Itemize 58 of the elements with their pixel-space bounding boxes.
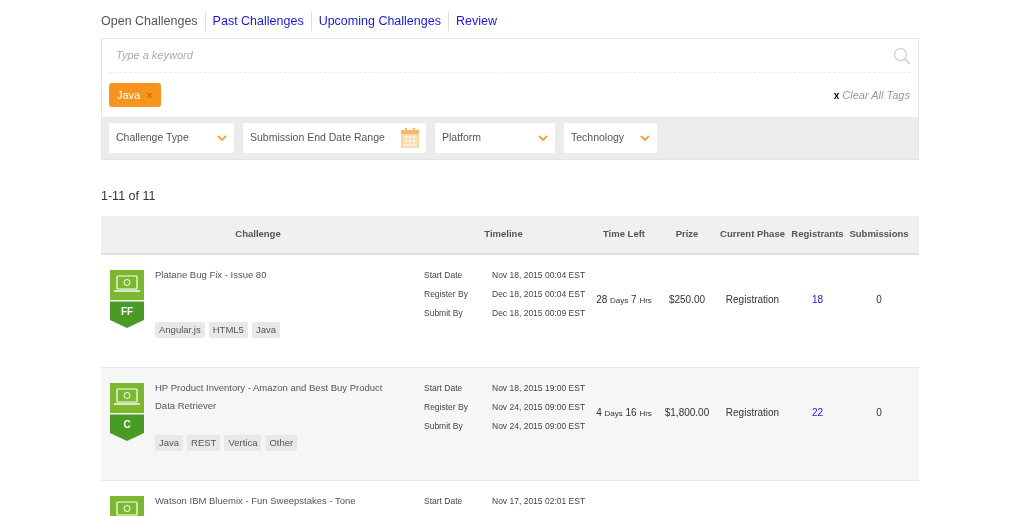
timeline-label: Submit By xyxy=(424,306,464,320)
clear-icon: x xyxy=(833,87,840,103)
timeline-label: Submit By xyxy=(424,419,464,433)
timeline-date: Dec 18, 2015 00:09 EST xyxy=(492,306,586,320)
timeline-label: Register By xyxy=(424,287,469,301)
column-header[interactable]: Prize xyxy=(675,227,699,242)
result-count: 1-11 of 11 xyxy=(101,188,156,205)
challenge-title[interactable]: Watson IBM Bluemix - Fun Sweepstakes - Tone xyxy=(155,491,405,510)
submissions-count: 0 xyxy=(876,405,882,420)
registrants-link[interactable]: 22 xyxy=(811,404,824,480)
tech-tag[interactable]: Angular.js xyxy=(155,321,205,338)
registrants-link[interactable]: 18 xyxy=(811,291,824,367)
submissions-count: 0 xyxy=(876,292,882,307)
chevron-down-icon xyxy=(640,135,650,141)
timeline-date: Nov 24, 2015 09:00 EST xyxy=(492,400,586,414)
tech-tag[interactable]: Java xyxy=(155,434,184,451)
time-left: 4 Days 16 Hrs xyxy=(596,405,652,420)
search-icon[interactable] xyxy=(893,46,911,65)
tag-label: Java xyxy=(117,87,141,103)
column-header[interactable]: Challenge xyxy=(235,227,281,242)
tech-tag[interactable]: Vertica xyxy=(224,434,262,451)
chevron-down-icon xyxy=(217,135,227,141)
prize-amount: $250.00 xyxy=(668,292,706,307)
challenge-tab[interactable]: Upcoming Challenges xyxy=(310,12,448,31)
timeline-date: Nov 24, 2015 09:00 EST xyxy=(492,419,586,433)
challenge-title[interactable]: Platane Bug Fix - Issue 80 xyxy=(155,265,405,284)
timeline-label: Start Date xyxy=(424,268,464,282)
column-header[interactable]: Registrants xyxy=(791,227,844,242)
current-phase: Registration xyxy=(725,405,780,420)
chevron-down-icon xyxy=(538,135,548,141)
time-left: 28 Days 7 Hrs xyxy=(596,292,652,307)
challenge-title[interactable]: HP Product Inventory - Amazon and Best Buy Product Data Retriever xyxy=(155,378,405,415)
timeline-label: Start Date xyxy=(424,494,464,508)
column-header[interactable]: Timeline xyxy=(484,227,523,242)
prize-amount: $1,800.00 xyxy=(664,405,710,420)
filter-dropdown[interactable]: Platform xyxy=(435,123,555,153)
tech-tag[interactable]: HTML5 xyxy=(208,321,248,338)
current-phase: Registration xyxy=(725,292,780,307)
challenge-tab[interactable]: Review xyxy=(447,12,504,31)
filter-dropdown[interactable]: Technology xyxy=(564,123,657,153)
column-header[interactable]: Current Phase xyxy=(720,227,785,242)
calendar-icon xyxy=(401,128,419,148)
column-header[interactable]: Time Left xyxy=(602,227,646,242)
tech-tag[interactable]: REST xyxy=(187,434,221,451)
timeline-date: Nov 18, 2015 00:04 EST xyxy=(492,268,586,282)
challenge-tab[interactable]: Open Challenges xyxy=(101,12,205,31)
search-field[interactable]: Type a keyword xyxy=(109,47,893,64)
timeline-date: Nov 18, 2015 19:00 EST xyxy=(492,381,586,395)
column-header[interactable]: Submissions xyxy=(849,227,909,242)
filter-dropdown[interactable]: Submission End Date Range xyxy=(243,123,426,153)
timeline-date: Nov 17, 2015 02:01 EST xyxy=(492,494,586,508)
timeline-label: Start Date xyxy=(424,381,464,395)
timeline-label: Register By xyxy=(424,400,469,414)
tech-tag[interactable]: Other xyxy=(265,434,298,451)
tech-tag[interactable]: Java xyxy=(251,321,280,338)
filter-dropdown[interactable]: Challenge Type xyxy=(109,123,234,153)
timeline-date: Dec 18, 2015 00:04 EST xyxy=(492,287,586,301)
challenge-tab[interactable]: Past Challenges xyxy=(204,12,311,31)
